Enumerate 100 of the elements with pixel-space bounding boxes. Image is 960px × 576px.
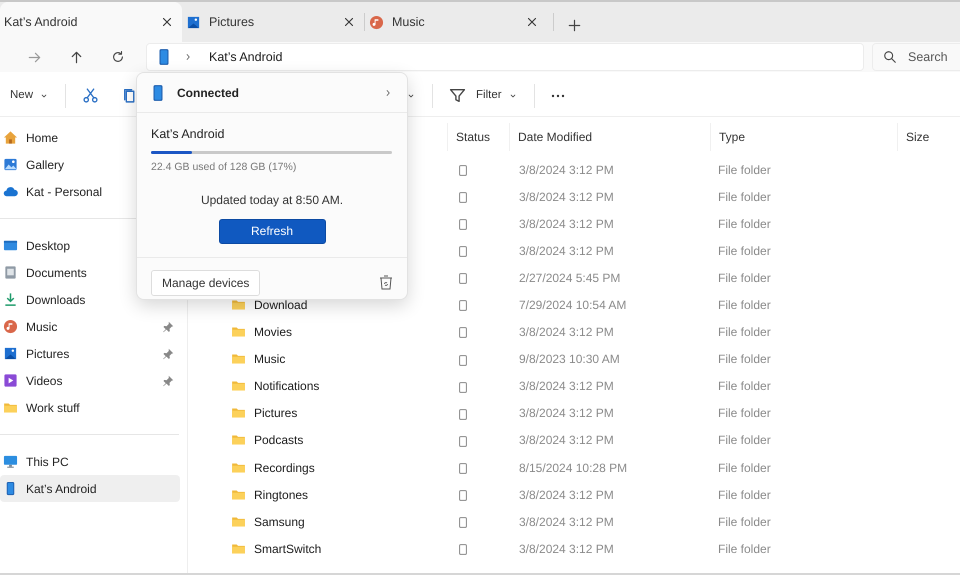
device-status-icon: [459, 382, 467, 393]
file-name[interactable]: Ringtones: [254, 486, 308, 504]
file-type: File folder: [718, 460, 771, 475]
close-icon: [525, 15, 539, 29]
filter-icon: [449, 87, 466, 104]
desktop-icon: [3, 238, 18, 253]
close-icon: [160, 15, 174, 29]
folder-icon: [231, 354, 246, 364]
date-modified: 3/8/2024 3:12 PM: [519, 325, 614, 340]
file-type: File folder: [718, 352, 771, 366]
file-type: File folder: [718, 379, 771, 394]
file-name[interactable]: Download: [254, 296, 308, 314]
manage-devices-button[interactable]: Manage devices: [151, 270, 260, 296]
plus-icon: [566, 18, 582, 32]
music-icon: [369, 14, 384, 30]
file-name[interactable]: Music: [254, 350, 286, 368]
date-modified: 2/27/2024 5:45 PM: [519, 270, 620, 285]
download-icon: [3, 292, 18, 307]
folder-icon: [231, 490, 246, 500]
sidebar-item[interactable]: Videos: [0, 367, 180, 394]
home-icon: [3, 130, 18, 145]
file-name[interactable]: SmartSwitch: [254, 540, 322, 558]
sidebar-item[interactable]: Kat’s Android: [0, 475, 180, 502]
filter-button[interactable]: Filter: [443, 82, 524, 108]
video-icon: [3, 373, 18, 388]
monitor-icon: [3, 454, 18, 469]
file-name[interactable]: Notifications: [254, 377, 320, 396]
date-modified: 9/8/2023 10:30 AM: [519, 352, 620, 366]
file-type: File folder: [718, 162, 771, 177]
document-icon: [3, 265, 18, 280]
file-type: File folder: [718, 190, 771, 204]
address-bar[interactable]: Kat’s Android: [146, 43, 864, 71]
device-status-icon: [459, 436, 467, 447]
file-type: File folder: [718, 298, 771, 312]
file-type: File folder: [718, 406, 771, 420]
new-button[interactable]: New: [4, 82, 56, 108]
date-modified: 3/8/2024 3:12 PM: [519, 514, 614, 529]
device-status-icon: [459, 273, 467, 284]
search-field[interactable]: Search: [872, 43, 960, 71]
device-status-icon: [459, 327, 467, 338]
date-modified: 3/8/2024 3:12 PM: [519, 406, 614, 420]
tab[interactable]: Kat’s Android: [0, 2, 182, 42]
sidebar-item[interactable]: This PC: [0, 448, 180, 475]
file-name[interactable]: Pictures: [254, 404, 298, 422]
sidebar-item[interactable]: Work stuff: [0, 394, 180, 421]
folder-icon: [231, 327, 246, 338]
date-modified: 7/29/2024 10:54 AM: [519, 298, 626, 312]
folder-icon: [231, 516, 246, 527]
scissors-icon: [82, 87, 100, 104]
file-type: File folder: [718, 433, 771, 448]
column-header[interactable]: Status: [447, 122, 509, 150]
more-icon: [550, 94, 565, 98]
cloud-icon: [3, 184, 18, 199]
device-status-icon: [459, 219, 467, 230]
column-header[interactable]: Date Modified: [509, 122, 710, 150]
folder-icon: [231, 435, 246, 446]
file-type: File folder: [718, 325, 771, 340]
picture-icon: [186, 14, 201, 30]
refresh-icon: [111, 50, 125, 64]
breadcrumb[interactable]: Kat’s Android: [209, 48, 282, 66]
device-status-icon: [459, 462, 467, 474]
sidebar-item[interactable]: Pictures: [0, 340, 180, 367]
recycle-icon[interactable]: [379, 275, 393, 290]
file-name[interactable]: Recordings: [254, 458, 315, 477]
device-status-icon: [459, 192, 467, 203]
device-status-icon: [459, 164, 467, 176]
folder-icon: [231, 462, 246, 473]
device-status-icon: [459, 354, 467, 366]
picture-icon: [3, 346, 18, 361]
sidebar-item[interactable]: Kat - Personal: [0, 178, 180, 205]
connection-header[interactable]: Connected: [137, 73, 407, 113]
date-modified: 3/8/2024 3:12 PM: [519, 162, 614, 177]
file-name[interactable]: Podcasts: [254, 431, 304, 450]
file-name[interactable]: Movies: [254, 323, 292, 342]
device-status-icon: [459, 300, 467, 312]
up-arrow-icon: [68, 50, 84, 64]
folder-icon: [231, 381, 246, 392]
file-name[interactable]: Samsung: [254, 512, 305, 531]
date-modified: 3/8/2024 3:12 PM: [519, 379, 614, 394]
file-type: File folder: [718, 514, 771, 529]
date-modified: 3/8/2024 3:12 PM: [519, 244, 614, 258]
forward-arrow-icon: [26, 50, 42, 64]
tab[interactable]: Pictures: [182, 2, 364, 42]
tab[interactable]: Music: [365, 2, 547, 42]
file-type: File folder: [718, 270, 771, 285]
device-status-icon: [459, 490, 467, 501]
device-status-icon: [459, 246, 467, 258]
sidebar-item[interactable]: Music: [0, 313, 180, 340]
date-modified: 3/8/2024 3:12 PM: [519, 216, 614, 231]
date-modified: 3/8/2024 3:12 PM: [519, 542, 614, 556]
column-header[interactable]: Size: [897, 122, 960, 150]
pin-icon: [162, 374, 174, 386]
close-icon: [342, 15, 356, 29]
device-status-icon: [459, 544, 467, 556]
file-type: File folder: [718, 216, 771, 231]
refresh-button[interactable]: Refresh: [218, 218, 326, 244]
column-header[interactable]: Type: [710, 122, 897, 150]
date-modified: 3/8/2024 3:12 PM: [519, 190, 614, 204]
file-type: File folder: [718, 244, 771, 258]
gallery-icon: [3, 157, 18, 172]
